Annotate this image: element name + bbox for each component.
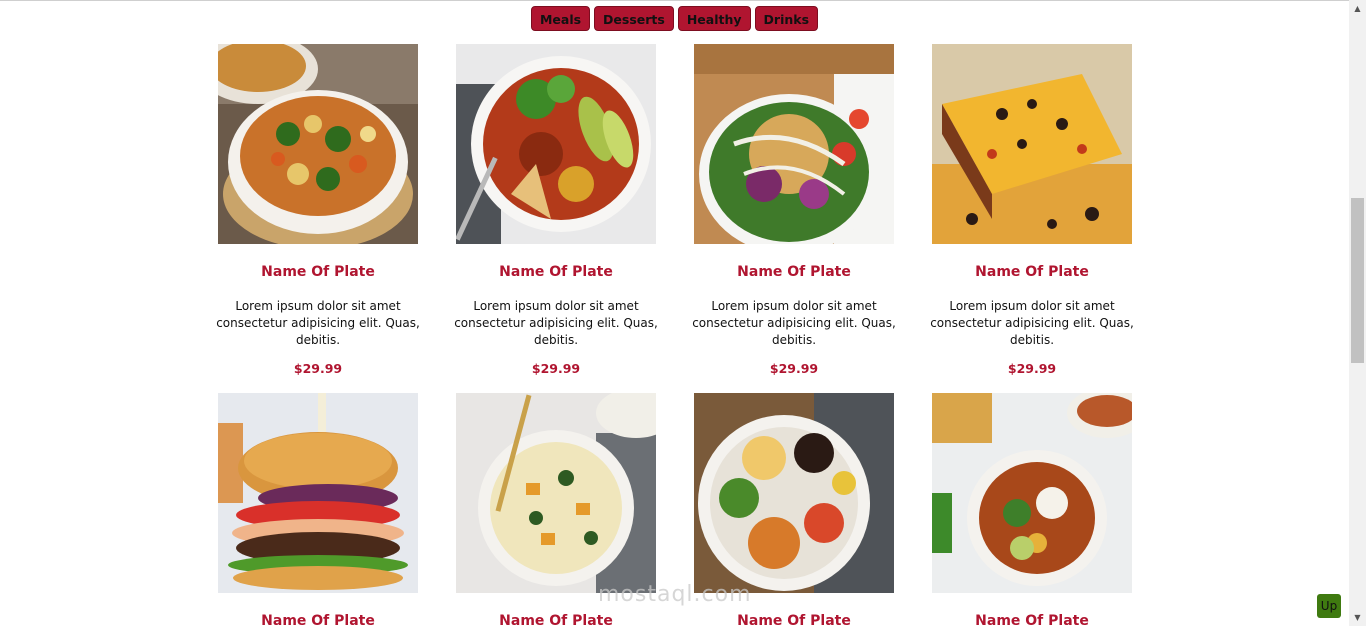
card-title: Name Of Plate	[261, 264, 375, 280]
card-title: Name Of Plate	[975, 264, 1089, 280]
tortilla-soup-photo	[456, 44, 656, 244]
burrito-bowl-photo	[694, 393, 894, 593]
scroll-thumb[interactable]	[1351, 198, 1364, 363]
scroll-to-top-button[interactable]: Up	[1317, 594, 1341, 618]
menu-card: Name Of Plate	[211, 393, 425, 629]
casserole-photo	[932, 44, 1132, 244]
card-price: $29.99	[769, 361, 819, 376]
vertical-scrollbar[interactable]: ▲ ▼	[1349, 0, 1366, 626]
card-title: Name Of Plate	[499, 264, 613, 280]
squash-soup-photo	[456, 393, 656, 593]
menu-card: Name Of Plate Lorem ipsum dolor sit amet…	[449, 44, 663, 384]
menu-card: Name Of Plate	[687, 393, 901, 629]
card-description: Lorem ipsum dolor sit amet consectetur a…	[216, 299, 420, 347]
card-title: Name Of Plate	[737, 613, 851, 629]
chickpea-salad-photo	[694, 44, 894, 244]
card-title: Name Of Plate	[261, 613, 375, 629]
card-title: Name Of Plate	[737, 264, 851, 280]
scroll-up-arrow-icon[interactable]: ▲	[1349, 0, 1366, 17]
menu-card: Name Of Plate	[925, 393, 1139, 629]
card-title: Name Of Plate	[975, 613, 1089, 629]
burger-photo	[218, 393, 418, 593]
menu-card: Name Of Plate	[449, 393, 663, 629]
card-price: $29.99	[1007, 361, 1057, 376]
card-title: Name Of Plate	[499, 613, 613, 629]
card-price: $29.99	[531, 361, 581, 376]
menu-card: Name Of Plate Lorem ipsum dolor sit amet…	[211, 44, 425, 384]
menu-card: Name Of Plate Lorem ipsum dolor sit amet…	[687, 44, 901, 384]
card-description: Lorem ipsum dolor sit amet consectetur a…	[454, 299, 658, 347]
menu-grid: Name Of Plate Lorem ipsum dolor sit amet…	[0, 0, 1349, 629]
vegetable-soup-photo	[218, 44, 418, 244]
card-description: Lorem ipsum dolor sit amet consectetur a…	[930, 299, 1134, 347]
card-description: Lorem ipsum dolor sit amet consectetur a…	[692, 299, 896, 347]
scroll-down-arrow-icon[interactable]: ▼	[1349, 609, 1366, 626]
card-price: $29.99	[293, 361, 343, 376]
menu-card: Name Of Plate Lorem ipsum dolor sit amet…	[925, 44, 1139, 384]
chili-bowl-photo	[932, 393, 1132, 593]
